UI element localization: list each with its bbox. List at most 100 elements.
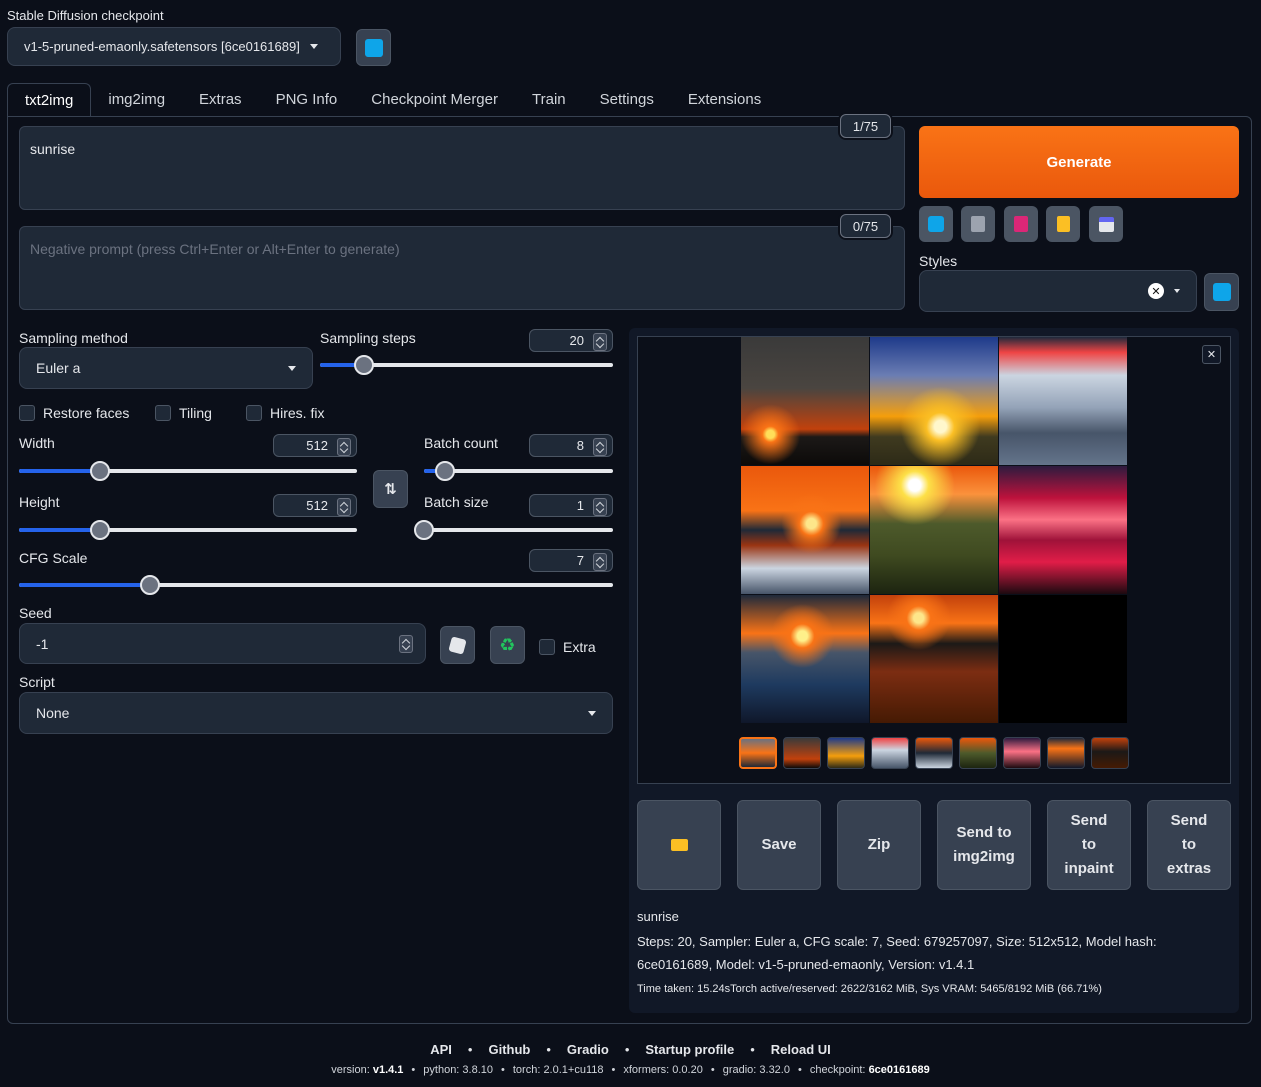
thumbnail-image[interactable] <box>1047 737 1085 769</box>
tab-settings[interactable]: Settings <box>583 83 671 116</box>
height-label: Height <box>19 494 60 510</box>
generated-image[interactable] <box>870 595 998 723</box>
slider-handle[interactable] <box>90 520 111 540</box>
apply-style-button[interactable] <box>1046 206 1080 242</box>
generated-image[interactable] <box>741 595 869 723</box>
hires-fix-checkbox[interactable] <box>246 405 262 421</box>
width-slider[interactable] <box>19 461 357 481</box>
cfg-scale-input[interactable]: 7 <box>529 549 613 572</box>
refresh-checkpoint-button[interactable] <box>356 29 391 66</box>
image-grid[interactable] <box>741 337 1127 723</box>
negative-prompt-input[interactable]: Negative prompt (press Ctrl+Enter or Alt… <box>19 226 905 310</box>
slider-handle[interactable] <box>434 461 455 481</box>
footer-links: API • Github • Gradio • Startup profile • Re… <box>0 1042 1261 1057</box>
slider-handle[interactable] <box>139 575 160 595</box>
generated-image[interactable] <box>999 595 1127 723</box>
sampling-steps-input[interactable]: 20 <box>529 329 613 352</box>
gradio-version: gradio: 3.32.0 <box>722 1064 790 1076</box>
trash-icon <box>971 216 985 232</box>
thumbnail-image[interactable] <box>1003 737 1041 769</box>
tab-bar: txt2img img2img Extras PNG Info Checkpoi… <box>7 83 778 117</box>
slider-handle[interactable] <box>353 355 374 375</box>
tab-extras[interactable]: Extras <box>182 83 259 116</box>
height-value: 512 <box>306 498 328 513</box>
generated-image[interactable] <box>741 466 869 594</box>
slider-handle[interactable] <box>90 461 111 481</box>
thumbnail-image[interactable] <box>915 737 953 769</box>
save-style-button[interactable] <box>1089 206 1123 242</box>
batch-count-value: 8 <box>576 438 584 453</box>
send-to-img2img-button[interactable]: Send to img2img <box>937 800 1031 890</box>
height-slider[interactable] <box>19 520 357 540</box>
cfg-scale-slider[interactable] <box>19 575 613 595</box>
batch-size-slider[interactable] <box>414 520 613 540</box>
checkpoint-hash: checkpoint: 6ce0161689 <box>809 1064 930 1076</box>
restore-faces-label: Restore faces <box>43 405 130 421</box>
sampling-steps-slider[interactable] <box>320 355 613 375</box>
separator: • <box>467 1042 473 1057</box>
height-input[interactable]: 512 <box>273 494 357 517</box>
batch-count-slider[interactable] <box>424 461 613 481</box>
tab-txt2img[interactable]: txt2img <box>7 83 92 117</box>
batch-count-input[interactable]: 8 <box>529 434 613 457</box>
footer-link-reload-ui[interactable]: Reload UI <box>771 1042 831 1057</box>
reuse-seed-button[interactable]: ♻ <box>490 626 525 664</box>
zip-button[interactable]: Zip <box>837 800 921 890</box>
thumbnail-image[interactable] <box>871 737 909 769</box>
generated-image[interactable] <box>999 466 1127 594</box>
footer-link-api[interactable]: API <box>430 1042 452 1057</box>
sampling-method-value: Euler a <box>36 360 81 376</box>
thumbnail-image[interactable] <box>783 737 821 769</box>
tiling-checkbox[interactable] <box>155 405 171 421</box>
refresh-icon <box>1212 283 1231 301</box>
generated-image[interactable] <box>999 337 1127 465</box>
arrow-icon <box>928 216 944 232</box>
sampling-steps-value: 20 <box>569 333 584 348</box>
generate-button[interactable]: Generate <box>919 126 1239 198</box>
tab-checkpoint-merger[interactable]: Checkpoint Merger <box>354 83 515 116</box>
separator: • <box>750 1042 755 1057</box>
thumbnail-image[interactable] <box>1091 737 1129 769</box>
open-folder-button[interactable] <box>637 800 721 890</box>
width-input[interactable]: 512 <box>273 434 357 457</box>
tab-train[interactable]: Train <box>515 83 583 116</box>
checkpoint-dropdown[interactable]: v1-5-pruned-emaonly.safetensors [6ce0161… <box>7 27 341 66</box>
send-to-extras-button[interactable]: Send to extras <box>1147 800 1231 890</box>
tab-img2img[interactable]: img2img <box>91 83 182 116</box>
clear-prompt-button[interactable] <box>961 206 995 242</box>
slider-handle[interactable] <box>414 520 434 540</box>
generated-image[interactable] <box>870 466 998 594</box>
extra-networks-button[interactable] <box>1004 206 1038 242</box>
thumbnail-image[interactable] <box>959 737 997 769</box>
recycle-icon: ♻ <box>499 634 516 655</box>
script-dropdown[interactable]: None <box>19 692 613 734</box>
thumbnail-image[interactable] <box>827 737 865 769</box>
sampling-steps-label: Sampling steps <box>320 330 416 346</box>
read-params-button[interactable] <box>919 206 953 242</box>
generated-image[interactable] <box>741 337 869 465</box>
script-value: None <box>36 705 70 721</box>
thumbnail-grid[interactable] <box>739 737 777 769</box>
extra-seed-checkbox[interactable] <box>539 639 555 655</box>
prompt-input[interactable]: sunrise <box>19 126 905 210</box>
separator: • <box>624 1042 630 1057</box>
tab-png-info[interactable]: PNG Info <box>259 83 355 116</box>
sampling-method-dropdown[interactable]: Euler a <box>19 347 313 389</box>
random-seed-button[interactable] <box>440 626 475 664</box>
footer-link-gradio[interactable]: Gradio <box>567 1042 609 1057</box>
restore-faces-checkbox[interactable] <box>19 405 35 421</box>
styles-dropdown[interactable]: ✕ <box>919 270 1197 312</box>
save-button[interactable]: Save <box>737 800 821 890</box>
chevron-down-icon <box>309 44 318 49</box>
tab-extensions[interactable]: Extensions <box>671 83 778 116</box>
footer-link-github[interactable]: Github <box>488 1042 530 1057</box>
footer-link-startup-profile[interactable]: Startup profile <box>645 1042 734 1057</box>
seed-input[interactable]: -1 <box>19 623 426 664</box>
batch-size-input[interactable]: 1 <box>529 494 613 517</box>
refresh-styles-button[interactable] <box>1204 273 1239 311</box>
tiling-label: Tiling <box>179 405 212 421</box>
generated-image[interactable] <box>870 337 998 465</box>
swap-dimensions-button[interactable]: ⇅ <box>373 470 408 508</box>
close-gallery-button[interactable]: ✕ <box>1202 345 1221 364</box>
send-to-inpaint-button[interactable]: Send to inpaint <box>1047 800 1131 890</box>
